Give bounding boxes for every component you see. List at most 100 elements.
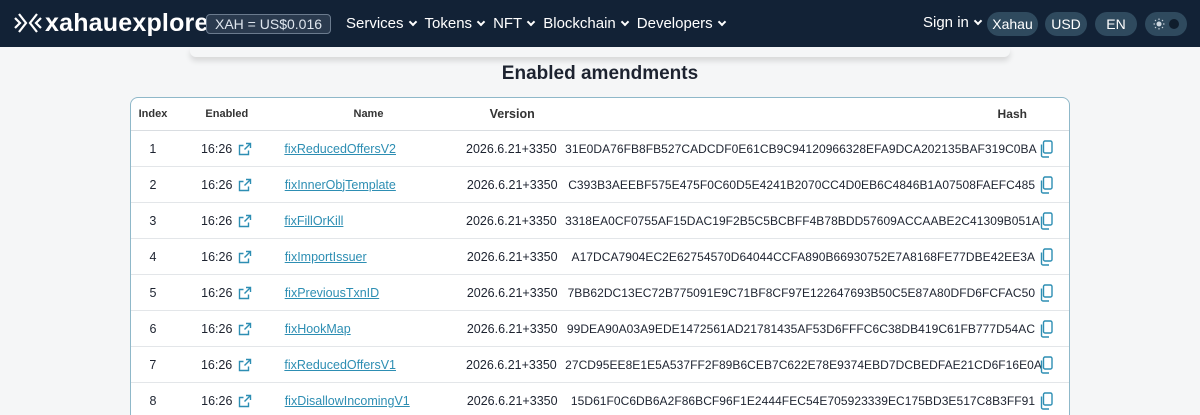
row-hash: 27CD95EE8E1E5A537FF2F89B6CEB7C622E78E937… xyxy=(565,357,1042,372)
row-index: 7 xyxy=(149,357,157,372)
table-row: 6 16:26 fixHookMap 2026.6.21+3350 99DEA9… xyxy=(131,311,1069,347)
row-enabled: 16:26 xyxy=(175,178,279,192)
external-link-icon[interactable] xyxy=(238,322,252,336)
row-name: fixHookMap xyxy=(279,322,459,336)
external-link-icon[interactable] xyxy=(238,250,252,264)
row-hash: 99DEA90A03A9EDE1472561AD21781435AF53D6FF… xyxy=(566,321,1036,336)
row-hash: 3318EA0CF0755AF15DAC19F2B5C5BCBFF4B78BDD… xyxy=(565,213,1040,228)
row-version: 2026.6.21+3350 xyxy=(466,177,558,192)
row-copy xyxy=(1039,211,1069,230)
copy-icon[interactable] xyxy=(1039,391,1053,410)
external-link-icon[interactable] xyxy=(238,286,252,300)
row-enabled: 16:26 xyxy=(175,286,279,300)
chevron-down-icon xyxy=(476,17,486,26)
logo[interactable]: xahauexplorer xyxy=(13,8,219,38)
row-enabled: 16:26 xyxy=(175,394,279,408)
network-switch[interactable]: Xahau xyxy=(987,12,1038,36)
enabled-time: 16:26 xyxy=(201,321,233,336)
copy-icon[interactable] xyxy=(1039,211,1053,230)
chevron-down-icon xyxy=(408,17,417,26)
nav-label: Blockchain xyxy=(543,15,616,32)
row-name: fixDisallowIncomingV1 xyxy=(279,394,459,408)
copy-icon[interactable] xyxy=(1039,283,1053,302)
row-index: 6 xyxy=(149,321,157,336)
chevron-down-icon xyxy=(620,17,630,26)
amendment-link[interactable]: fixImportIssuer xyxy=(285,250,367,264)
row-name: fixReducedOffersV1 xyxy=(278,358,457,372)
nav-developers[interactable]: Developers xyxy=(637,15,726,32)
nav-label: Services xyxy=(346,15,404,32)
table-row: 1 16:26 fixReducedOffersV2 2026.6.21+335… xyxy=(131,131,1069,167)
table-row: 8 16:26 fixDisallowIncomingV1 2026.6.21+… xyxy=(131,383,1069,415)
amendment-link[interactable]: fixReducedOffersV1 xyxy=(284,358,396,372)
row-index: 4 xyxy=(149,249,157,264)
row-index: 5 xyxy=(149,285,157,300)
row-copy xyxy=(1039,391,1069,410)
row-index: 1 xyxy=(149,141,157,156)
amendment-link[interactable]: fixFillOrKill xyxy=(284,214,343,228)
external-link-icon[interactable] xyxy=(238,178,252,192)
amendments-table: Index Enabled Name Version Hash 1 16:26 … xyxy=(130,97,1070,415)
table-row: 7 16:26 fixReducedOffersV1 2026.6.21+335… xyxy=(131,347,1069,383)
nav-tokens[interactable]: Tokens xyxy=(425,15,486,32)
subheader-shadow xyxy=(190,47,1010,57)
top-navbar: xahauexplorer XAH = US$0.016 Services To… xyxy=(0,0,1200,47)
enabled-time: 16:26 xyxy=(201,249,233,264)
signin-menu[interactable]: Sign in xyxy=(923,14,983,31)
row-name: fixReducedOffersV2 xyxy=(278,142,457,156)
amendment-link[interactable]: fixDisallowIncomingV1 xyxy=(285,394,410,408)
table-row: 3 16:26 fixFillOrKill 2026.6.21+3350 331… xyxy=(131,203,1069,239)
copy-icon[interactable] xyxy=(1039,319,1053,338)
enabled-time: 16:26 xyxy=(201,285,233,300)
row-copy xyxy=(1039,355,1069,374)
copy-icon[interactable] xyxy=(1039,139,1053,158)
table-body: 1 16:26 fixReducedOffersV2 2026.6.21+335… xyxy=(131,131,1069,415)
row-index: 8 xyxy=(149,393,157,408)
header-index: Index xyxy=(138,108,168,120)
row-name: fixPreviousTxnID xyxy=(279,286,459,300)
row-hash: 31E0DA76FB8FB527CADCDF0E61CB9C9412096632… xyxy=(565,141,1037,156)
enabled-time: 16:26 xyxy=(201,393,233,408)
external-link-icon[interactable] xyxy=(238,394,252,408)
copy-icon[interactable] xyxy=(1039,355,1053,374)
row-enabled: 16:26 xyxy=(175,250,279,264)
row-copy xyxy=(1039,283,1069,302)
row-name: fixImportIssuer xyxy=(279,250,459,264)
external-link-icon[interactable] xyxy=(238,214,252,228)
xahau-logo-icon xyxy=(14,13,42,33)
chevron-down-icon xyxy=(717,17,726,26)
amendment-link[interactable]: fixReducedOffersV2 xyxy=(284,142,396,156)
table-row: 2 16:26 fixInnerObjTemplate 2026.6.21+33… xyxy=(131,167,1069,203)
external-link-icon[interactable] xyxy=(238,358,252,372)
nav-nft[interactable]: NFT xyxy=(493,15,536,32)
header-enabled: Enabled xyxy=(205,108,249,120)
row-index: 2 xyxy=(149,177,157,192)
row-version: 2026.6.21+3350 xyxy=(466,285,558,300)
row-copy xyxy=(1039,319,1069,338)
row-name: fixInnerObjTemplate xyxy=(279,178,459,192)
nav-services[interactable]: Services xyxy=(346,15,417,32)
copy-icon[interactable] xyxy=(1039,175,1053,194)
row-enabled: 16:26 xyxy=(175,358,279,372)
row-hash: C393B3AEEBF575E475F0C60D5E4241B2070CC4D0… xyxy=(568,177,1036,192)
amendment-link[interactable]: fixHookMap xyxy=(285,322,351,336)
amendment-link[interactable]: fixPreviousTxnID xyxy=(285,286,379,300)
nav-blockchain[interactable]: Blockchain xyxy=(543,15,630,32)
theme-toggle[interactable] xyxy=(1145,12,1187,36)
table-header: Index Enabled Name Version Hash xyxy=(131,98,1069,131)
enabled-time: 16:26 xyxy=(201,177,233,192)
language-switch[interactable]: EN xyxy=(1095,12,1137,36)
external-link-icon[interactable] xyxy=(238,142,252,156)
table-row: 5 16:26 fixPreviousTxnID 2026.6.21+3350 … xyxy=(131,275,1069,311)
row-enabled: 16:26 xyxy=(175,142,279,156)
header-hash: Hash xyxy=(997,107,1028,121)
row-copy xyxy=(1039,175,1069,194)
currency-switch[interactable]: USD xyxy=(1045,12,1087,36)
row-copy xyxy=(1039,139,1069,158)
copy-icon[interactable] xyxy=(1039,247,1053,266)
row-version: 2026.6.21+3350 xyxy=(466,321,558,336)
row-hash: A17DCA7904EC2E62754570D64044CCFA890B6693… xyxy=(571,249,1036,264)
toggle-knob xyxy=(1169,19,1179,29)
row-name: fixFillOrKill xyxy=(278,214,457,228)
amendment-link[interactable]: fixInnerObjTemplate xyxy=(285,178,396,192)
